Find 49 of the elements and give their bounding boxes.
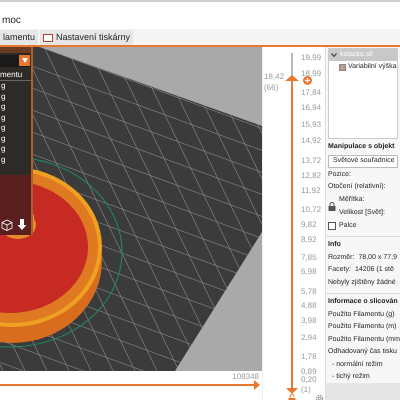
- height-tick-label: 1,78: [301, 352, 317, 362]
- dropdown-button[interactable]: [19, 55, 30, 66]
- height-tick-label: 4,88: [301, 301, 317, 312]
- chevron-icon[interactable]: [331, 52, 337, 58]
- lower-layer-label: (1): [301, 385, 311, 395]
- height-tick-label: 16,94: [301, 103, 322, 114]
- tab[interactable]: lamentu: [0, 30, 38, 45]
- height-tick-label: 13,72: [301, 156, 322, 166]
- menu-item[interactable]: moc: [2, 13, 21, 28]
- height-tick-label: 18,99: [301, 69, 322, 80]
- legend-value: g: [0, 123, 6, 134]
- legend-value: g: [0, 112, 6, 123]
- legend-value: g: [0, 81, 6, 92]
- height-tick-label: 3,98: [301, 316, 317, 326]
- upper-height-label: 18,42: [264, 72, 284, 82]
- height-tick-label: 10,72: [301, 205, 322, 216]
- legend-value: g: [0, 102, 6, 112]
- slider-thumb[interactable]: [254, 380, 260, 390]
- height-tick-label: 5,78: [301, 286, 317, 297]
- download-icon[interactable]: [17, 219, 27, 231]
- caret-icon: [22, 58, 28, 63]
- height-tick-label: 15,93: [301, 120, 322, 130]
- tab[interactable]: Nastavení tiskárny: [40, 30, 134, 45]
- add-icon[interactable]: [303, 76, 312, 85]
- cube-icon[interactable]: [1, 219, 13, 231]
- height-tick-label: 17,84: [301, 88, 322, 98]
- height-tick-label: 19,99: [301, 53, 322, 63]
- height-tick-label: 2,94: [301, 333, 317, 344]
- move-value: 108348: [232, 371, 259, 383]
- height-tick-label: 8,92: [301, 234, 317, 245]
- legend-value: g: [0, 134, 6, 144]
- view-type-select[interactable]: [0, 55, 30, 67]
- legend-header: mentu: [0, 70, 31, 81]
- lock-icon[interactable]: [328, 202, 336, 212]
- legend-value: g: [0, 154, 6, 165]
- height-tick-label: 6,98: [301, 266, 317, 277]
- height-tick-label: 9,82: [301, 220, 317, 230]
- height-tick-label: 7,85: [301, 252, 317, 263]
- height-tick-label: 0,89: [301, 367, 317, 376]
- height-tick-label: 14,92: [301, 136, 322, 146]
- legend-value: g: [0, 144, 6, 154]
- height-tick-label: 12,82: [301, 170, 322, 181]
- legend-value: g: [0, 92, 6, 102]
- lower-height-label: 0,20: [301, 375, 317, 385]
- lower-thumb[interactable]: [286, 388, 298, 394]
- checkbox[interactable]: [328, 222, 336, 230]
- height-tick-label: 11,92: [301, 186, 320, 196]
- upper-layer-label: (66): [264, 82, 278, 93]
- upper-thumb[interactable]: [285, 74, 299, 81]
